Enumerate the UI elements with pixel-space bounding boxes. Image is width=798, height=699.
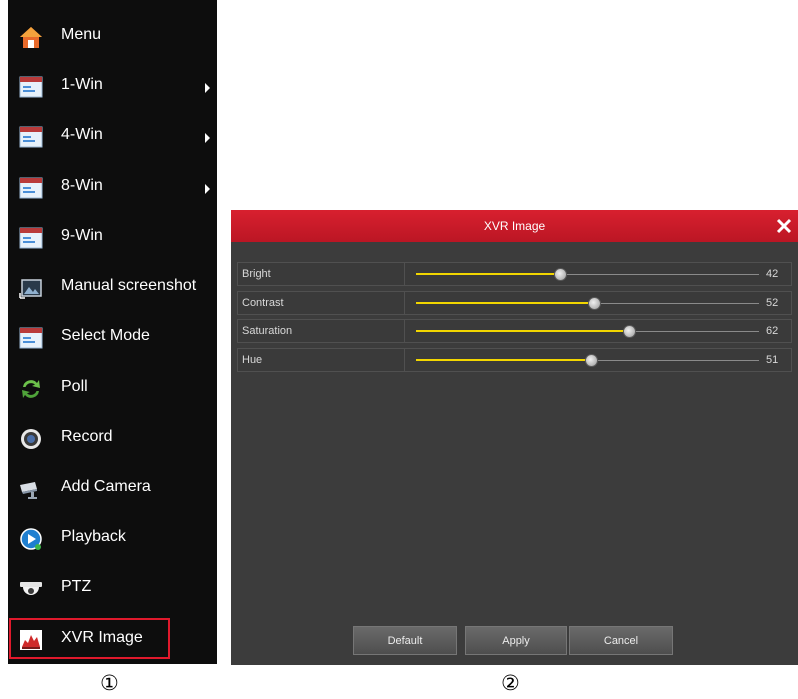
slider-knob[interactable] — [589, 298, 600, 309]
menu-item-label: PTZ — [61, 578, 92, 595]
slider-knob[interactable] — [624, 326, 635, 337]
slider-value: 42 — [766, 268, 779, 280]
menu-item-label: Playback — [61, 528, 126, 545]
refresh-arrows-icon — [22, 380, 40, 398]
window-icon — [19, 227, 43, 249]
slider-row-bright: Bright 42 — [237, 262, 792, 286]
slider-fill — [416, 330, 629, 332]
xvr-image-highlight-box — [9, 618, 170, 659]
context-menu: Menu 1-Win 4-Win 8-Win 9-Win Manual scre… — [8, 0, 217, 664]
record-icon — [21, 429, 41, 449]
menu-item-ptz[interactable]: PTZ — [8, 565, 217, 611]
slider-label: Contrast — [238, 292, 405, 314]
slider-value: 52 — [766, 297, 779, 309]
menu-item-1-win[interactable]: 1-Win — [8, 63, 217, 109]
hue-slider[interactable] — [416, 355, 759, 366]
submenu-arrow-icon — [205, 133, 210, 143]
dialog-titlebar: XVR Image — [231, 210, 798, 242]
slider-value: 62 — [766, 325, 779, 337]
submenu-arrow-icon — [205, 184, 210, 194]
menu-item-8-win[interactable]: 8-Win — [8, 164, 217, 210]
contrast-slider[interactable] — [416, 298, 759, 309]
menu-item-9-win[interactable]: 9-Win — [8, 214, 217, 260]
slider-fill — [416, 359, 591, 361]
menu-item-label: Manual screenshot — [61, 277, 197, 294]
slider-label: Hue — [238, 349, 405, 371]
xvr-image-dialog: XVR Image Bright 42 Contrast 52 Saturati… — [231, 210, 798, 665]
figure-caption-2: ② — [501, 671, 520, 695]
window-icon — [19, 177, 43, 199]
menu-item-label: Record — [61, 428, 113, 445]
submenu-arrow-icon — [205, 83, 210, 93]
slider-knob[interactable] — [586, 355, 597, 366]
menu-item-label: 9-Win — [61, 227, 103, 244]
menu-item-manual-screenshot[interactable]: Manual screenshot — [8, 264, 217, 310]
window-icon — [19, 76, 43, 98]
slider-label: Bright — [238, 263, 405, 285]
menu-item-label: Add Camera — [61, 478, 151, 495]
home-icon — [20, 27, 42, 48]
slider-knob[interactable] — [555, 269, 566, 280]
menu-item-label: Select Mode — [61, 327, 150, 344]
menu-item-label: 4-Win — [61, 126, 103, 143]
menu-item-menu[interactable]: Menu — [8, 13, 217, 59]
menu-item-label: Menu — [61, 26, 102, 43]
slider-value: 51 — [766, 354, 779, 366]
menu-item-label: 8-Win — [61, 177, 103, 194]
menu-item-label: 1-Win — [61, 76, 103, 93]
dialog-title: XVR Image — [483, 219, 546, 233]
slider-fill — [416, 302, 594, 304]
window-icon — [19, 126, 43, 148]
screenshot-icon — [19, 279, 42, 299]
figure-caption-1: ① — [100, 671, 119, 695]
cancel-button[interactable]: Cancel — [569, 626, 673, 655]
menu-item-label: Poll — [61, 378, 88, 395]
camera-icon — [20, 482, 37, 499]
saturation-slider[interactable] — [416, 326, 759, 337]
playback-icon — [20, 528, 42, 550]
apply-button[interactable]: Apply — [465, 626, 567, 655]
slider-row-saturation: Saturation 62 — [237, 319, 792, 343]
menu-item-4-win[interactable]: 4-Win — [8, 113, 217, 159]
menu-item-playback[interactable]: Playback — [8, 515, 217, 561]
slider-row-contrast: Contrast 52 — [237, 291, 792, 315]
slider-fill — [416, 273, 560, 275]
close-icon[interactable] — [773, 215, 795, 237]
window-icon — [19, 327, 43, 349]
menu-item-add-camera[interactable]: Add Camera — [8, 465, 217, 511]
default-button[interactable]: Default — [353, 626, 457, 655]
dome-camera-icon — [20, 582, 42, 595]
bright-slider[interactable] — [416, 269, 759, 280]
slider-label: Saturation — [238, 320, 405, 342]
menu-item-record[interactable]: Record — [8, 415, 217, 461]
slider-row-hue: Hue 51 — [237, 348, 792, 372]
menu-item-poll[interactable]: Poll — [8, 365, 217, 411]
menu-item-select-mode[interactable]: Select Mode — [8, 314, 217, 360]
